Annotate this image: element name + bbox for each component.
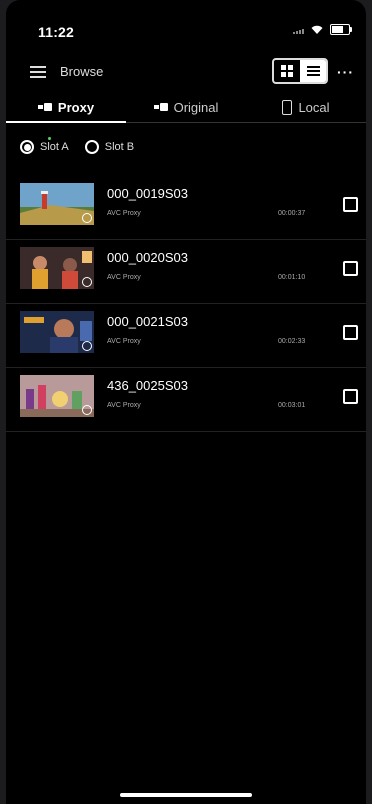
- tab-proxy[interactable]: Proxy: [6, 92, 126, 123]
- tab-label: Proxy: [57, 99, 95, 115]
- link-icon: [82, 213, 92, 223]
- list-view-button[interactable]: [300, 60, 326, 82]
- select-checkbox[interactable]: [343, 261, 358, 276]
- status-icons: [293, 24, 352, 35]
- link-icon: [82, 341, 92, 351]
- cellular-signal-icon: [293, 26, 304, 34]
- clip-duration: 00:03:01: [278, 402, 306, 409]
- camera-icon: [153, 103, 168, 111]
- source-tabs: Proxy Original Local: [6, 92, 366, 123]
- clip-name: 436_0025S03: [107, 378, 188, 393]
- link-icon: [82, 405, 92, 415]
- wifi-icon: [311, 25, 323, 34]
- tab-original[interactable]: Original: [126, 92, 246, 122]
- list-item[interactable]: 000_0019S03 AVC Proxy 00:00:37: [6, 176, 366, 240]
- slot-a-radio[interactable]: Slot A: [20, 137, 69, 154]
- slot-label: Slot B: [104, 141, 135, 153]
- list-item[interactable]: 000_0020S03 AVC Proxy 00:01:10: [6, 240, 366, 304]
- clip-duration: 00:02:33: [278, 338, 306, 345]
- slot-active-indicator: [48, 137, 51, 140]
- clip-name: 000_0019S03: [107, 186, 188, 201]
- list-item[interactable]: 000_0021S03 AVC Proxy 00:02:33: [6, 304, 366, 368]
- battery-icon: [330, 24, 352, 35]
- clip-format: AVC Proxy: [107, 274, 141, 281]
- home-indicator[interactable]: [120, 793, 252, 797]
- clip-list: 000_0019S03 AVC Proxy 00:00:37 000_0020S…: [6, 176, 366, 432]
- clip-name: 000_0021S03: [107, 314, 188, 329]
- hamburger-menu-icon[interactable]: [30, 66, 46, 78]
- clip-format: AVC Proxy: [107, 338, 141, 345]
- grid-icon: [281, 65, 293, 77]
- clip-duration: 00:01:10: [278, 274, 306, 281]
- toolbar: Browse ···: [6, 56, 366, 88]
- clip-thumbnail: [20, 311, 94, 353]
- radio-unselected-icon: [84, 140, 99, 154]
- radio-selected-icon: [20, 140, 34, 154]
- camera-icon: [37, 103, 52, 111]
- more-options-icon[interactable]: ···: [337, 64, 354, 80]
- clip-name: 000_0020S03: [107, 250, 188, 265]
- status-time: 11:22: [38, 24, 75, 40]
- clip-format: AVC Proxy: [107, 210, 141, 217]
- link-icon: [82, 277, 92, 287]
- view-toggle: [272, 58, 328, 84]
- slot-selector: Slot A Slot B: [20, 137, 135, 154]
- status-bar: 11:22: [6, 0, 366, 44]
- list-icon: [306, 64, 320, 78]
- select-checkbox[interactable]: [343, 197, 358, 212]
- page-title: Browse: [60, 64, 104, 79]
- grid-view-button[interactable]: [274, 60, 300, 82]
- slot-b-radio[interactable]: Slot B: [84, 140, 135, 154]
- tab-label: Local: [298, 99, 330, 115]
- select-checkbox[interactable]: [343, 389, 358, 404]
- list-item[interactable]: 436_0025S03 AVC Proxy 00:03:01: [6, 368, 366, 432]
- clip-thumbnail: [20, 183, 94, 225]
- clip-thumbnail: [20, 375, 94, 417]
- clip-duration: 00:00:37: [278, 210, 306, 217]
- app-screen: 11:22 Browse ··· Proxy Original Local Sl…: [6, 0, 366, 804]
- slot-label: Slot A: [40, 141, 69, 153]
- select-checkbox[interactable]: [343, 325, 358, 340]
- phone-icon: [282, 99, 293, 115]
- tab-local[interactable]: Local: [246, 92, 366, 122]
- clip-thumbnail: [20, 247, 94, 289]
- clip-format: AVC Proxy: [107, 402, 141, 409]
- tab-label: Original: [173, 99, 219, 115]
